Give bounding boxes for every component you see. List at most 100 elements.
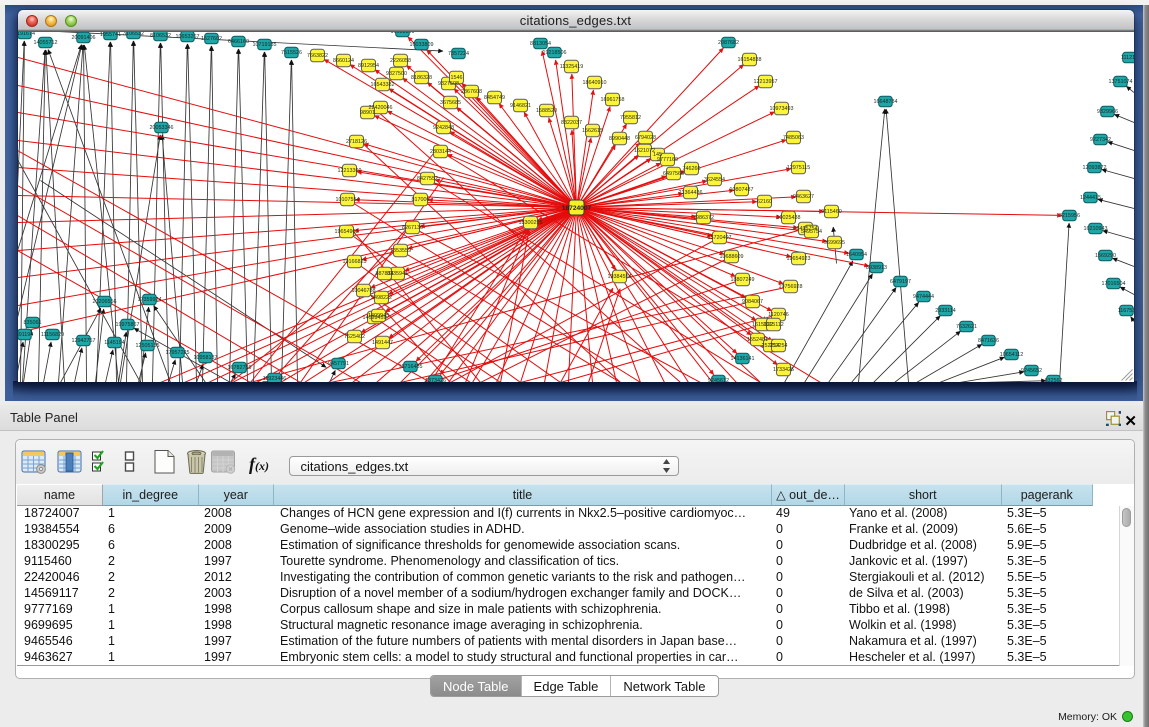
svg-text:9777169: 9777169 <box>657 157 678 163</box>
svg-text:1955741: 1955741 <box>100 32 121 38</box>
svg-text:9329966: 9329966 <box>1097 109 1118 115</box>
svg-text:252254: 252254 <box>769 343 787 349</box>
svg-text:17957225: 17957225 <box>165 350 189 356</box>
svg-text:16210943: 16210943 <box>1083 226 1107 232</box>
svg-text:16154838: 16154838 <box>737 57 761 63</box>
svg-text:16782759: 16782759 <box>227 365 251 371</box>
svg-text:21364436: 21364436 <box>678 190 702 196</box>
svg-text:19756928: 19756928 <box>778 284 802 290</box>
svg-text:16543382: 16543382 <box>370 82 394 88</box>
svg-text:6466160: 6466160 <box>228 39 249 45</box>
svg-text:10107554: 10107554 <box>335 197 359 203</box>
svg-text:12213957: 12213957 <box>753 79 777 85</box>
svg-text:2226058: 2226058 <box>390 58 411 64</box>
svg-text:10653267: 10653267 <box>175 34 199 40</box>
svg-text:8912954: 8912954 <box>358 63 379 69</box>
svg-text:14136141: 14136141 <box>730 356 754 362</box>
svg-text:7663822: 7663822 <box>307 53 328 59</box>
svg-text:10719185: 10719185 <box>252 42 276 48</box>
svg-text:9457791: 9457791 <box>328 361 349 367</box>
svg-text:9498222: 9498222 <box>371 295 392 301</box>
svg-text:2933114: 2933114 <box>935 308 956 314</box>
svg-text:3624554: 3624554 <box>704 177 725 183</box>
svg-text:9146821: 9146821 <box>510 103 531 109</box>
svg-text:1546: 1546 <box>450 75 462 81</box>
svg-text:18807249: 18807249 <box>730 277 754 283</box>
svg-text:9327508: 9327508 <box>438 81 459 87</box>
svg-text:2867608: 2867608 <box>461 89 482 95</box>
svg-text:8938913: 8938913 <box>866 265 887 271</box>
svg-text:16033809: 16033809 <box>390 32 414 35</box>
svg-text:7485063: 7485063 <box>783 135 804 141</box>
svg-text:9474444: 9474444 <box>913 294 934 300</box>
svg-text:14055712: 14055712 <box>33 40 57 46</box>
svg-text:20091406: 20091406 <box>71 35 95 41</box>
svg-text:9115460: 9115460 <box>821 209 842 215</box>
svg-text:11325419: 11325419 <box>559 64 583 70</box>
svg-text:98901: 98901 <box>360 110 375 116</box>
svg-text:19218506: 19218506 <box>542 50 566 56</box>
svg-text:8267130: 8267130 <box>402 225 423 231</box>
svg-text:1353559: 1353559 <box>390 248 411 254</box>
svg-text:1640954: 1640954 <box>846 252 867 258</box>
svg-text:10688609: 10688609 <box>719 254 743 260</box>
svg-text:111213: 111213 <box>1120 55 1133 61</box>
svg-text:2718126: 2718126 <box>346 139 367 145</box>
svg-text:62160: 62160 <box>757 199 772 205</box>
svg-text:835061: 835061 <box>23 320 41 326</box>
svg-text:19166825: 19166825 <box>342 259 366 265</box>
svg-text:9699695: 9699695 <box>824 240 845 246</box>
svg-text:10025438: 10025438 <box>776 215 800 221</box>
svg-text:10807487: 10807487 <box>729 187 753 193</box>
svg-text:5495754: 5495754 <box>801 229 822 235</box>
svg-text:3106532: 3106532 <box>123 32 144 37</box>
svg-text:2191674: 2191674 <box>18 32 35 37</box>
svg-text:13751074: 13751074 <box>1108 79 1132 85</box>
svg-text:18640910: 18640910 <box>582 80 606 86</box>
svg-text:9242848: 9242848 <box>433 125 454 131</box>
svg-text:1491447: 1491447 <box>372 340 393 346</box>
svg-text:7632621: 7632621 <box>956 324 977 330</box>
svg-text:16648784: 16648784 <box>873 99 897 105</box>
svg-text:8322037: 8322037 <box>561 120 582 126</box>
svg-text:1409945: 1409945 <box>368 313 389 319</box>
svg-text:1733426: 1733426 <box>773 367 794 373</box>
svg-text:7955812: 7955812 <box>620 115 641 121</box>
svg-text:12213369: 12213369 <box>337 168 361 174</box>
svg-text:18724007: 18724007 <box>561 205 591 212</box>
svg-text:6497568: 6497568 <box>663 171 684 177</box>
svg-text:9245612: 9245612 <box>708 378 729 382</box>
svg-text:9327500: 9327500 <box>386 71 407 77</box>
svg-text:817006: 817006 <box>411 197 429 203</box>
svg-text:9245652: 9245652 <box>1021 368 1042 374</box>
svg-text:8427552: 8427552 <box>417 176 438 182</box>
svg-text:1621072: 1621072 <box>634 148 655 154</box>
svg-text:9463627: 9463627 <box>793 194 814 200</box>
svg-text:1244415: 1244415 <box>1080 195 1101 201</box>
svg-text:2803144: 2803144 <box>430 149 451 155</box>
svg-text:19654963: 19654963 <box>334 229 358 235</box>
svg-text:15716485: 15716485 <box>398 364 422 370</box>
svg-text:1373426: 1373426 <box>425 378 446 382</box>
svg-text:16961758: 16961758 <box>600 97 624 103</box>
svg-text:8106532: 8106532 <box>150 33 171 39</box>
svg-text:2087682: 2087682 <box>718 40 739 46</box>
svg-text:10973493: 10973493 <box>769 106 793 112</box>
svg-text:3675685: 3675685 <box>440 100 461 106</box>
svg-text:10046788: 10046788 <box>351 288 375 294</box>
svg-text:116753: 116753 <box>1117 308 1133 314</box>
svg-text:10654112: 10654112 <box>999 352 1023 358</box>
svg-text:391194: 391194 <box>18 332 33 338</box>
svg-text:887834: 887834 <box>375 271 393 277</box>
svg-text:17016504: 17016504 <box>1101 281 1125 287</box>
svg-text:12942757: 12942757 <box>71 338 95 344</box>
svg-text:18300295: 18300295 <box>518 220 542 226</box>
svg-text:7625402: 7625402 <box>344 334 365 340</box>
svg-text:f(x): f(x) <box>249 454 269 474</box>
svg-text:832562: 832562 <box>1044 378 1062 382</box>
svg-text:16033809: 16033809 <box>409 42 433 48</box>
svg-text:7986372: 7986372 <box>693 215 714 221</box>
svg-text:12505135: 12505135 <box>135 343 159 349</box>
svg-text:7515526: 7515526 <box>281 50 302 56</box>
svg-text:7357224: 7357224 <box>448 51 469 57</box>
